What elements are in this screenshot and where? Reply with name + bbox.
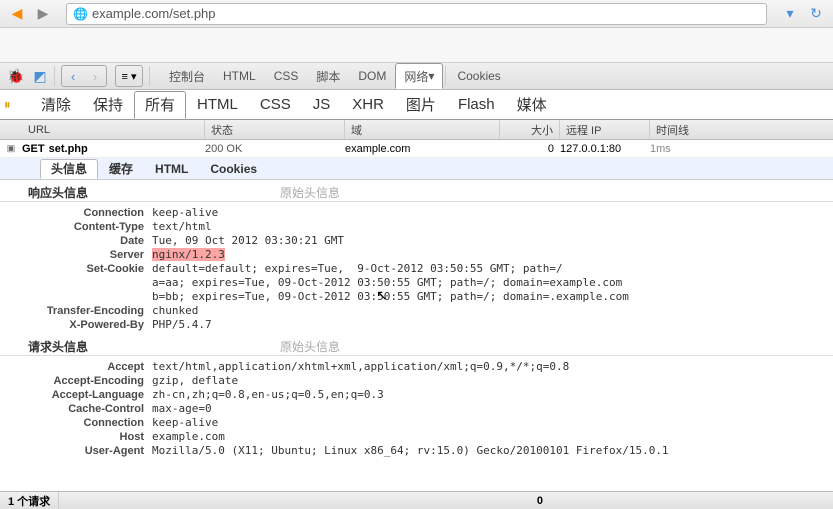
request-size: 0 xyxy=(500,143,560,155)
net-columns-header: URL 状态 域 大小 远程 IP 时间线 xyxy=(0,120,833,140)
col-status[interactable]: 状态 xyxy=(205,120,345,139)
inner-tab-html[interactable]: HTML xyxy=(144,159,199,179)
request-remote-ip: 127.0.0.1:80 xyxy=(560,143,650,155)
net-persist-button[interactable]: 保持 xyxy=(82,91,134,119)
header-name: Set-Cookie xyxy=(0,262,152,304)
response-raw-link[interactable]: 原始头信息 xyxy=(280,184,340,201)
request-time: 1ms xyxy=(650,143,833,155)
header-name: Cache-Control xyxy=(0,402,152,416)
inner-tab-headers[interactable]: 头信息 xyxy=(40,159,98,179)
inner-tab-cache[interactable]: 缓存 xyxy=(98,159,144,179)
header-name: Accept xyxy=(0,360,152,374)
tab-net[interactable]: 网络 ▾ xyxy=(395,63,443,89)
header-name: Accept-Language xyxy=(0,388,152,402)
header-value: keep-alive xyxy=(152,416,833,430)
back-button[interactable]: ◀ xyxy=(6,3,28,25)
net-filter-js[interactable]: JS xyxy=(302,91,342,119)
status-requests: 1 个请求 xyxy=(0,492,59,509)
url-bar[interactable]: 🌐 example.com/set.php xyxy=(66,3,767,25)
url-text: example.com/set.php xyxy=(92,6,216,21)
tab-dom[interactable]: DOM xyxy=(349,63,395,89)
col-url[interactable]: URL xyxy=(0,120,205,139)
inspect-icon[interactable]: ◩ xyxy=(30,66,50,86)
net-filter-css[interactable]: CSS xyxy=(249,91,302,119)
header-value: chunked xyxy=(152,304,833,318)
row-twisty-icon[interactable]: ▣ xyxy=(4,143,18,154)
panel-menu-button[interactable]: ≡ ▾ xyxy=(115,65,143,87)
col-domain[interactable]: 域 xyxy=(345,120,500,139)
header-value: example.com xyxy=(152,430,833,444)
firebug-toolbar: 🐞 ◩ ‹ › ≡ ▾ 控制台 HTML CSS 脚本 DOM 网络 ▾ Coo… xyxy=(0,62,833,90)
net-filter-flash[interactable]: Flash xyxy=(447,91,506,119)
request-file: set.php xyxy=(49,143,88,155)
net-sub-toolbar: ⏸ 清除 保持 所有 HTML CSS JS XHR 图片 Flash 媒体 xyxy=(0,90,833,120)
header-value: Tue, 09 Oct 2012 03:30:21 GMT xyxy=(152,234,833,248)
request-method: GET xyxy=(22,143,45,155)
col-timeline[interactable]: 时间线 xyxy=(650,120,833,139)
header-value: zh-cn,zh;q=0.8,en-us;q=0.5,en;q=0.3 xyxy=(152,388,833,402)
tab-html[interactable]: HTML xyxy=(214,63,265,89)
header-value: text/html xyxy=(152,220,833,234)
headers-panel: 响应头信息 原始头信息 Connectionkeep-alive Content… xyxy=(0,180,833,462)
header-name: Transfer-Encoding xyxy=(0,304,152,318)
request-domain: example.com xyxy=(345,143,500,155)
request-raw-link[interactable]: 原始头信息 xyxy=(280,338,340,355)
net-filter-images[interactable]: 图片 xyxy=(395,91,447,119)
tab-console[interactable]: 控制台 xyxy=(160,63,214,89)
header-name: User-Agent xyxy=(0,444,152,458)
history-nav: ‹ › xyxy=(61,65,107,87)
net-clear-button[interactable]: 清除 xyxy=(30,91,82,119)
tab-css[interactable]: CSS xyxy=(265,63,308,89)
history-forward-button: › xyxy=(84,66,106,86)
request-headers-title[interactable]: 请求头信息 xyxy=(0,338,280,355)
header-name: Server xyxy=(0,248,152,262)
net-filter-html[interactable]: HTML xyxy=(186,91,249,119)
header-name: Host xyxy=(0,430,152,444)
net-filter-all[interactable]: 所有 xyxy=(134,91,186,119)
header-name: Accept-Encoding xyxy=(0,374,152,388)
refresh-button[interactable]: ↻ xyxy=(805,3,827,25)
header-value: gzip, deflate xyxy=(152,374,833,388)
header-value: Mozilla/5.0 (X11; Ubuntu; Linux x86_64; … xyxy=(152,444,833,458)
col-size[interactable]: 大小 xyxy=(500,120,560,139)
favorite-button[interactable]: ▾ xyxy=(779,3,801,25)
inner-tab-cookies[interactable]: Cookies xyxy=(199,159,268,179)
browser-toolbar: ◀ ▶ 🌐 example.com/set.php ▾ ↻ xyxy=(0,0,833,28)
header-value: default=default; expires=Tue, 9-Oct-2012… xyxy=(152,262,833,304)
request-status: 200 OK xyxy=(205,143,345,155)
col-remote-ip[interactable]: 远程 IP xyxy=(560,120,650,139)
net-filter-xhr[interactable]: XHR xyxy=(341,91,395,119)
break-icon[interactable]: ⏸ xyxy=(4,97,24,113)
tab-script[interactable]: 脚本 xyxy=(307,63,349,89)
net-request-row[interactable]: ▣ GET set.php 200 OK example.com 0 127.0… xyxy=(0,140,833,158)
status-bar: 1 个请求 0 xyxy=(0,491,833,509)
header-value: text/html,application/xhtml+xml,applicat… xyxy=(152,360,833,374)
tab-cookies[interactable]: Cookies xyxy=(448,63,509,89)
status-size: 0 xyxy=(537,495,543,507)
request-detail-tabs: 头信息 缓存 HTML Cookies xyxy=(0,158,833,180)
header-name: Content-Type xyxy=(0,220,152,234)
forward-button: ▶ xyxy=(32,3,54,25)
response-headers-title[interactable]: 响应头信息 xyxy=(0,184,280,201)
header-name: X-Powered-By xyxy=(0,318,152,332)
header-name: Date xyxy=(0,234,152,248)
globe-icon: 🌐 xyxy=(73,7,88,21)
net-filter-media[interactable]: 媒体 xyxy=(506,91,558,119)
firebug-logo-icon[interactable]: 🐞 xyxy=(6,66,26,86)
header-value: keep-alive xyxy=(152,206,833,220)
header-value: max-age=0 xyxy=(152,402,833,416)
history-back-button[interactable]: ‹ xyxy=(62,66,84,86)
header-value: PHP/5.4.7 xyxy=(152,318,833,332)
header-name: Connection xyxy=(0,416,152,430)
header-name: Connection xyxy=(0,206,152,220)
header-value: nginx/1.2.3 xyxy=(152,248,833,262)
